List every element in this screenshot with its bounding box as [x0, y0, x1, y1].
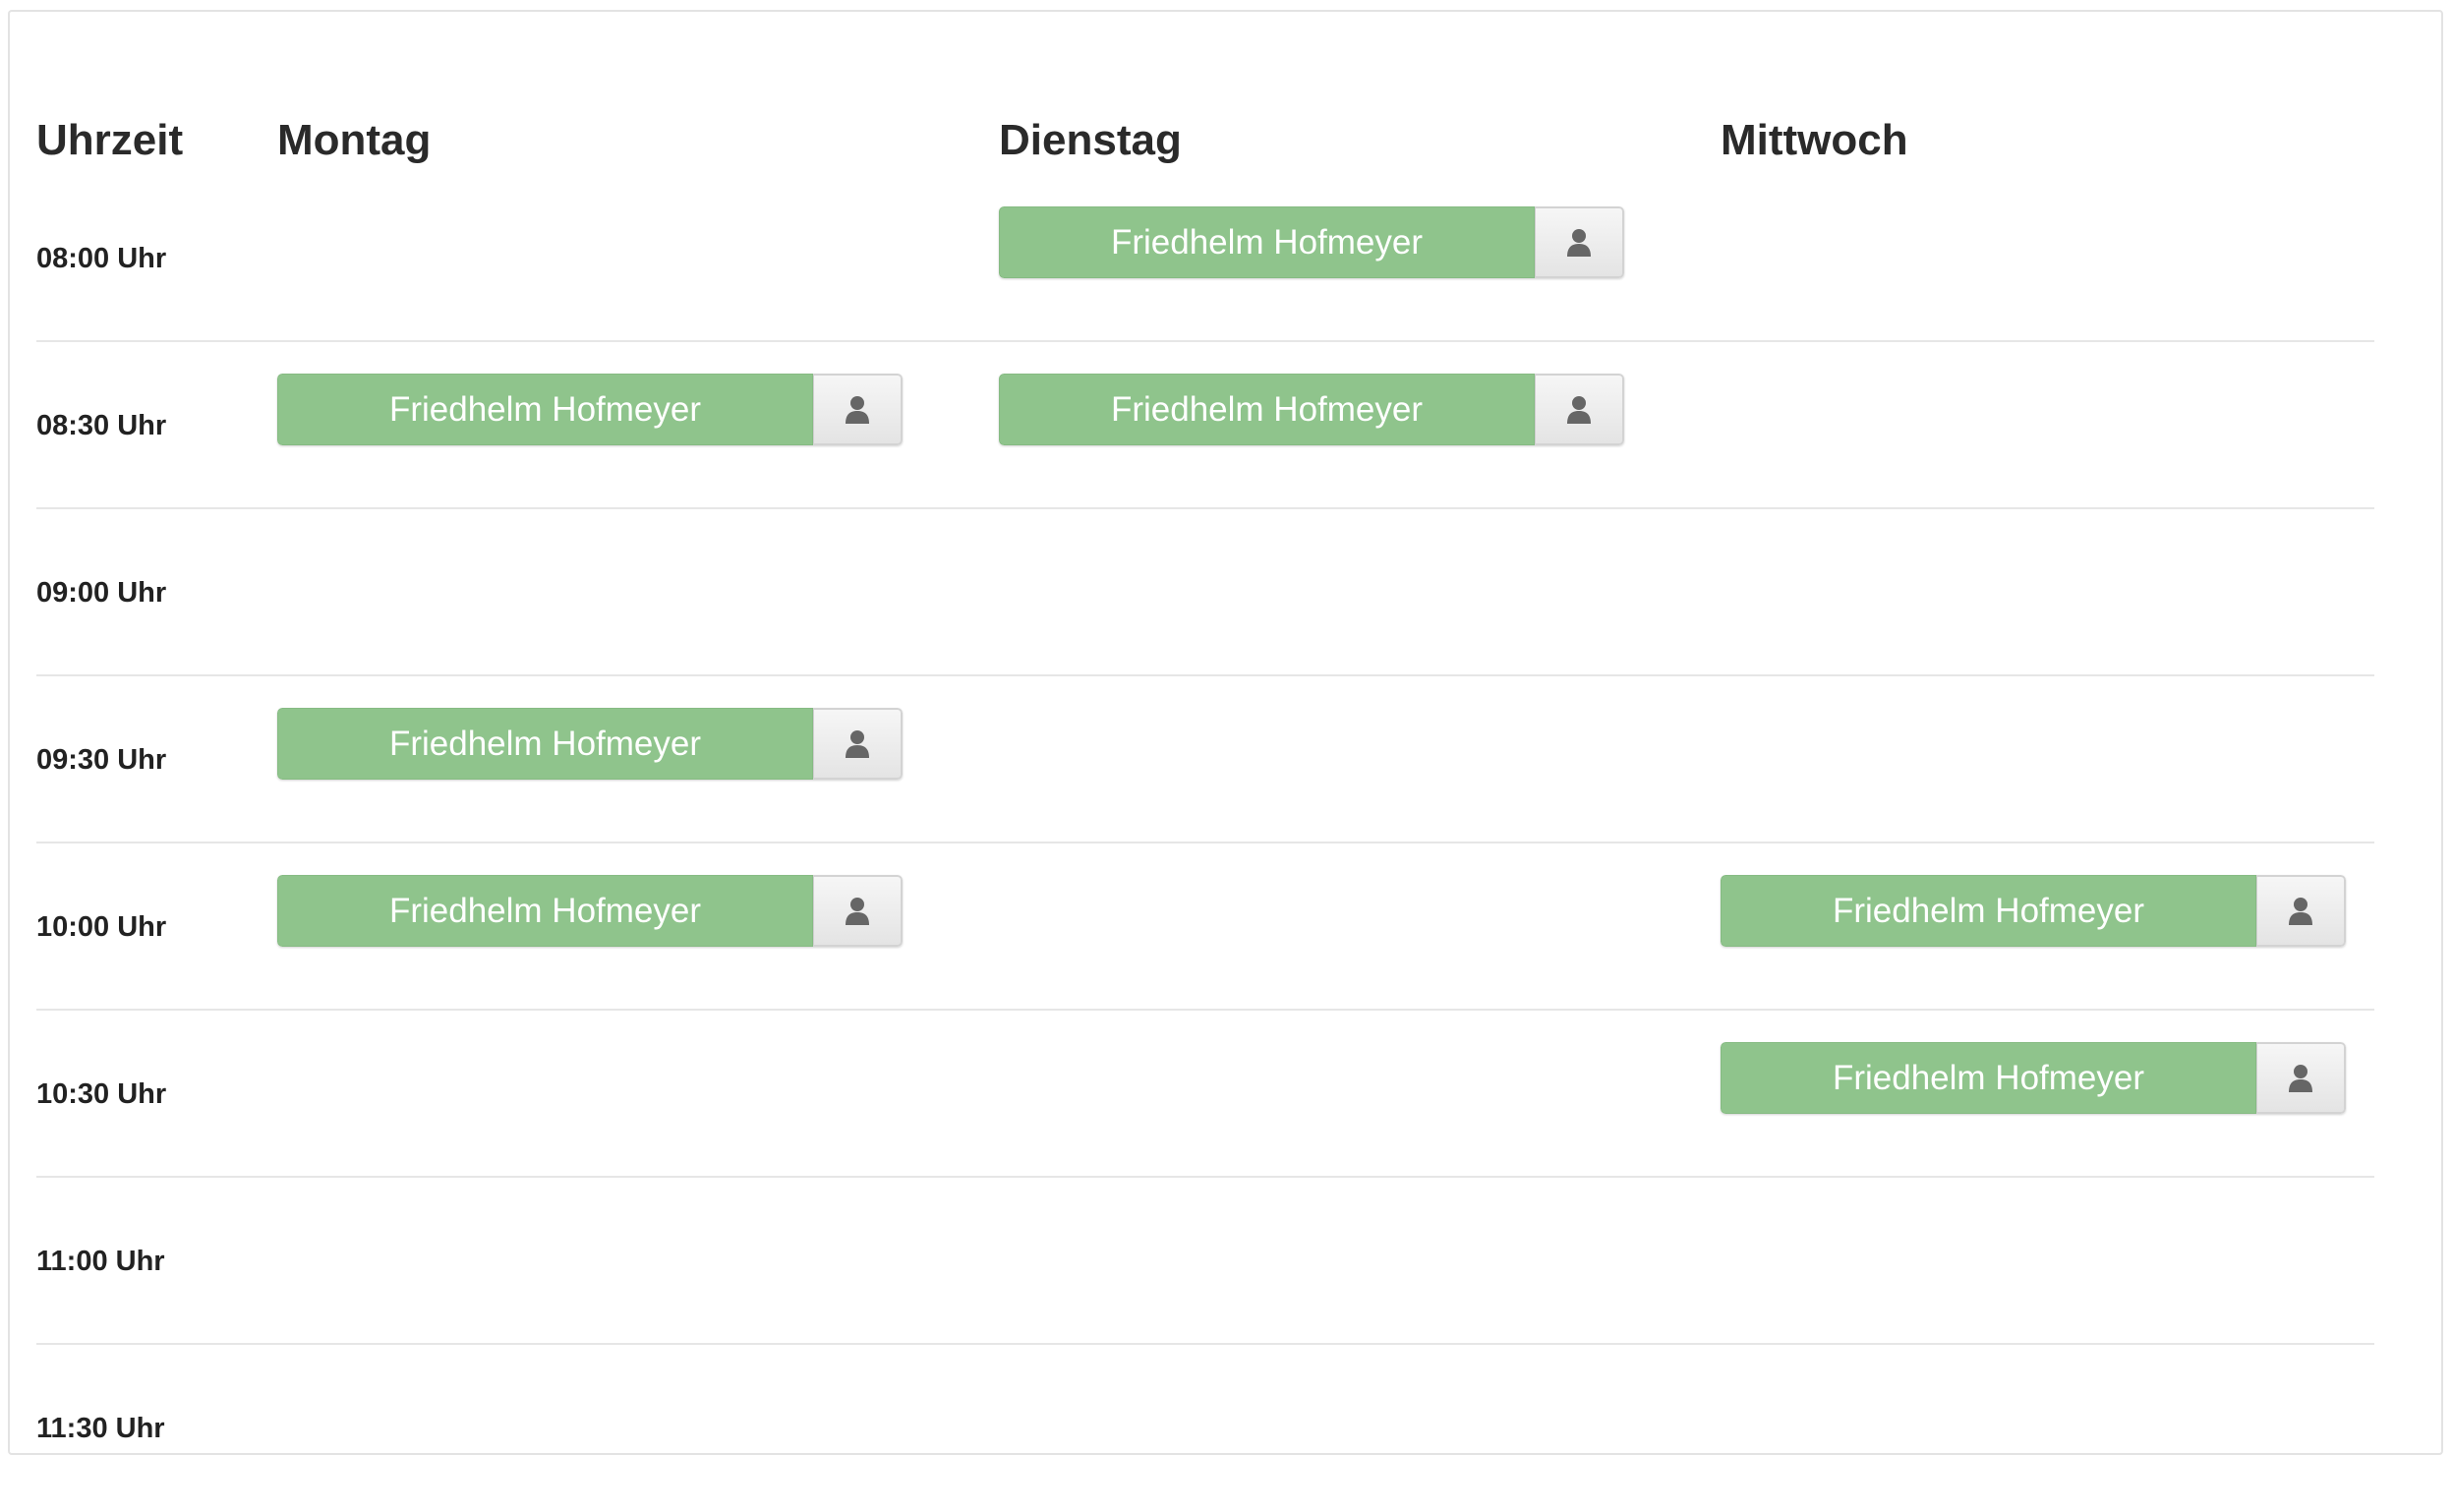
time-label: 08:00 Uhr — [36, 243, 167, 274]
header-day-tuesday: Dienstag — [999, 116, 1182, 164]
appointment-slot-tuesday: Friedhelm Hofmeyer — [999, 374, 1624, 445]
appointment-name-button[interactable]: Friedhelm Hofmeyer — [1721, 1042, 2256, 1114]
time-label: 11:00 Uhr — [36, 1246, 165, 1277]
user-icon — [846, 729, 869, 758]
appointment-slot-monday: Friedhelm Hofmeyer — [277, 374, 903, 445]
header-time: Uhrzeit — [36, 116, 184, 164]
time-label: 10:30 Uhr — [36, 1078, 167, 1110]
user-icon — [2289, 897, 2312, 925]
appointment-name-button[interactable]: Friedhelm Hofmeyer — [999, 374, 1535, 445]
time-row: 08:00 Uhr Friedhelm Hofmeyer — [36, 175, 2374, 342]
time-label: 09:00 Uhr — [36, 577, 167, 609]
user-profile-button[interactable] — [2256, 1042, 2346, 1114]
user-profile-button[interactable] — [1535, 374, 1624, 445]
user-icon — [1567, 395, 1591, 424]
time-rows: 08:00 Uhr Friedhelm Hofmeyer 08:30 Uhr Frie… — [36, 175, 2374, 1512]
time-row: 09:00 Uhr — [36, 509, 2374, 676]
appointment-name-button[interactable]: Friedhelm Hofmeyer — [277, 875, 813, 947]
header-row: Uhrzeit Montag Dienstag Mittwoch — [36, 106, 2374, 175]
time-label: 11:30 Uhr — [36, 1413, 165, 1444]
appointment-slot-tuesday: Friedhelm Hofmeyer — [999, 206, 1624, 278]
time-label: 08:30 Uhr — [36, 410, 167, 441]
user-profile-button[interactable] — [813, 875, 903, 947]
appointment-slot-wednesday: Friedhelm Hofmeyer — [1721, 1042, 2346, 1114]
time-label: 10:00 Uhr — [36, 911, 167, 943]
appointment-slot-monday: Friedhelm Hofmeyer — [277, 708, 903, 780]
time-label: 09:30 Uhr — [36, 744, 167, 776]
time-row: 09:30 Uhr Friedhelm Hofmeyer — [36, 676, 2374, 843]
appointment-name-button[interactable]: Friedhelm Hofmeyer — [1721, 875, 2256, 947]
appointment-slot-wednesday: Friedhelm Hofmeyer — [1721, 875, 2346, 947]
appointment-name-button[interactable]: Friedhelm Hofmeyer — [999, 206, 1535, 278]
schedule-table: Uhrzeit Montag Dienstag Mittwoch 08:00 U… — [36, 106, 2374, 1512]
user-profile-button[interactable] — [2256, 875, 2346, 947]
appointment-name-button[interactable]: Friedhelm Hofmeyer — [277, 374, 813, 445]
time-row: 10:00 Uhr Friedhelm Hofmeyer Friedhelm Hof… — [36, 843, 2374, 1011]
header-day-monday: Montag — [277, 116, 432, 164]
user-profile-button[interactable] — [813, 708, 903, 780]
time-row: 08:30 Uhr Friedhelm Hofmeyer Friedhelm Hof… — [36, 342, 2374, 509]
time-row: 11:30 Uhr — [36, 1345, 2374, 1512]
header-day-wednesday: Mittwoch — [1721, 116, 1908, 164]
user-icon — [846, 897, 869, 925]
user-icon — [2289, 1064, 2312, 1092]
user-icon — [1567, 228, 1591, 257]
appointment-name-button[interactable]: Friedhelm Hofmeyer — [277, 708, 813, 780]
time-row: 10:30 Uhr Friedhelm Hofmeyer — [36, 1011, 2374, 1178]
schedule-panel: Uhrzeit Montag Dienstag Mittwoch 08:00 U… — [8, 10, 2443, 1455]
user-profile-button[interactable] — [1535, 206, 1624, 278]
user-icon — [846, 395, 869, 424]
time-row: 11:00 Uhr — [36, 1178, 2374, 1345]
appointment-slot-monday: Friedhelm Hofmeyer — [277, 875, 903, 947]
user-profile-button[interactable] — [813, 374, 903, 445]
